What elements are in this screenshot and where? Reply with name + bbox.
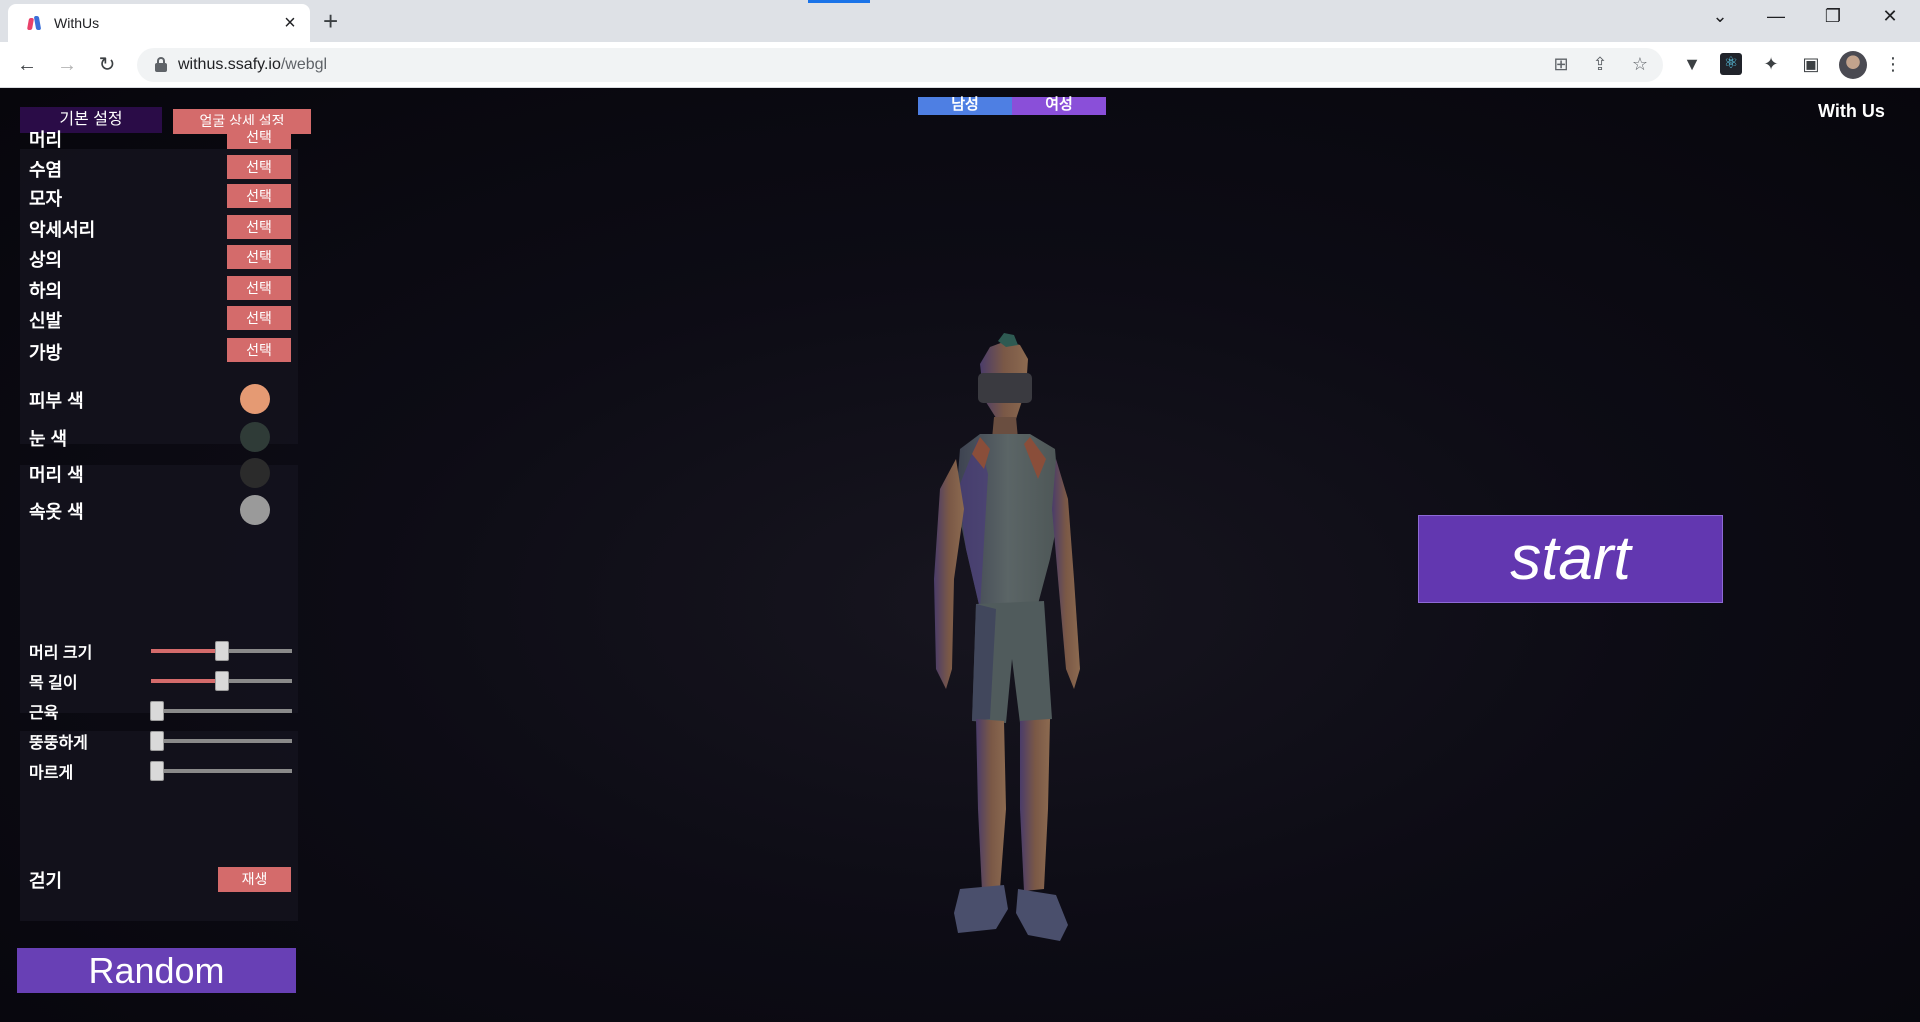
- webgl-canvas[interactable]: 기본 설정 얼굴 상세 설정 걷기 재생 Random 남성 여성 With U…: [0, 89, 1920, 1022]
- part-select-button[interactable]: 선택: [227, 245, 291, 269]
- part-select-button[interactable]: 선택: [227, 184, 291, 208]
- part-select-button[interactable]: 선택: [227, 306, 291, 330]
- walk-animation-label: 걷기: [29, 871, 63, 891]
- slider-fill: [151, 649, 222, 653]
- brand-logo: With Us: [1818, 101, 1885, 121]
- share-icon[interactable]: ⇪: [1588, 54, 1612, 75]
- url-text[interactable]: withus.ssafy.io/webgl: [178, 56, 327, 74]
- random-button[interactable]: Random: [17, 948, 296, 993]
- lock-icon[interactable]: [155, 57, 167, 72]
- part-select-button[interactable]: 선택: [227, 155, 291, 179]
- body-slider[interactable]: [150, 701, 292, 721]
- part-label: 모자: [29, 189, 63, 209]
- tab-loading-indicator: [808, 0, 870, 3]
- reload-button[interactable]: ↻: [92, 50, 122, 80]
- minimize-button[interactable]: —: [1761, 6, 1791, 27]
- color-label: 눈 색: [29, 429, 68, 449]
- close-window-button[interactable]: ✕: [1875, 6, 1905, 27]
- avatar-3d-model[interactable]: [920, 249, 1120, 969]
- address-bar[interactable]: withus.ssafy.io/webgl ⊞ ⇪ ☆: [137, 48, 1663, 82]
- part-label: 신발: [29, 311, 63, 331]
- slider-thumb[interactable]: [150, 701, 164, 721]
- tab-title: WithUs: [54, 15, 100, 31]
- play-animation-button[interactable]: 재생: [218, 867, 291, 892]
- color-label: 피부 색: [29, 391, 84, 411]
- slider-label: 근육: [29, 705, 59, 722]
- extensions-puzzle-icon[interactable]: ✦: [1759, 54, 1783, 75]
- part-label: 머리: [29, 130, 63, 150]
- slider-label: 뚱뚱하게: [29, 735, 88, 752]
- body-slider[interactable]: [151, 671, 292, 691]
- tab-search-icon[interactable]: ⌄: [1705, 6, 1735, 27]
- slider-thumb[interactable]: [214, 671, 229, 691]
- part-label: 악세서리: [29, 220, 96, 240]
- part-select-button[interactable]: 선택: [227, 125, 291, 149]
- color-label: 머리 색: [29, 465, 84, 485]
- part-select-button[interactable]: 선택: [227, 276, 291, 300]
- forward-button[interactable]: →: [52, 50, 82, 80]
- part-select-button[interactable]: 선택: [227, 215, 291, 239]
- slider-fill: [151, 679, 222, 683]
- side-panel-icon[interactable]: ▣: [1799, 54, 1823, 75]
- slider-thumb[interactable]: [214, 641, 229, 661]
- slider-thumb[interactable]: [150, 731, 164, 751]
- browser-menu-icon[interactable]: ⋮: [1881, 54, 1905, 75]
- browser-tabstrip: WithUs × + ⌄ — ❐ ✕: [0, 0, 1920, 42]
- slider-label: 마르게: [29, 765, 74, 782]
- restore-button[interactable]: ❐: [1818, 6, 1848, 27]
- back-button[interactable]: ←: [12, 50, 42, 80]
- browser-tab[interactable]: WithUs ×: [8, 4, 310, 42]
- new-tab-button[interactable]: +: [323, 8, 338, 34]
- part-select-button[interactable]: 선택: [227, 338, 291, 362]
- male-button[interactable]: 남성: [918, 97, 1012, 115]
- react-devtools-icon[interactable]: ⚛: [1720, 53, 1742, 75]
- vivaldi-extension-icon[interactable]: ▼: [1680, 54, 1704, 75]
- part-label: 수염: [29, 160, 63, 180]
- body-slider[interactable]: [150, 731, 292, 751]
- slider-label: 목 길이: [29, 675, 78, 692]
- body-slider[interactable]: [151, 641, 292, 661]
- color-swatch[interactable]: [240, 422, 270, 452]
- color-swatch[interactable]: [240, 384, 270, 414]
- withus-favicon-icon: [26, 14, 44, 32]
- profile-avatar[interactable]: [1839, 51, 1867, 79]
- part-label: 상의: [29, 250, 63, 270]
- bookmark-star-icon[interactable]: ☆: [1628, 54, 1652, 75]
- female-button[interactable]: 여성: [1012, 97, 1106, 115]
- slider-label: 머리 크기: [29, 645, 93, 662]
- color-swatch[interactable]: [240, 495, 270, 525]
- start-button[interactable]: start: [1418, 515, 1723, 603]
- slider-thumb[interactable]: [150, 761, 164, 781]
- part-label: 가방: [29, 343, 63, 363]
- tab-close-icon[interactable]: ×: [280, 13, 300, 33]
- color-swatch[interactable]: [240, 458, 270, 488]
- part-label: 하의: [29, 281, 63, 301]
- color-label: 속옷 색: [29, 502, 84, 522]
- body-slider[interactable]: [150, 761, 292, 781]
- translate-icon[interactable]: ⊞: [1549, 54, 1573, 75]
- browser-toolbar: ← → ↻ withus.ssafy.io/webgl ⊞ ⇪ ☆ ▼ ⚛ ✦ …: [0, 42, 1920, 88]
